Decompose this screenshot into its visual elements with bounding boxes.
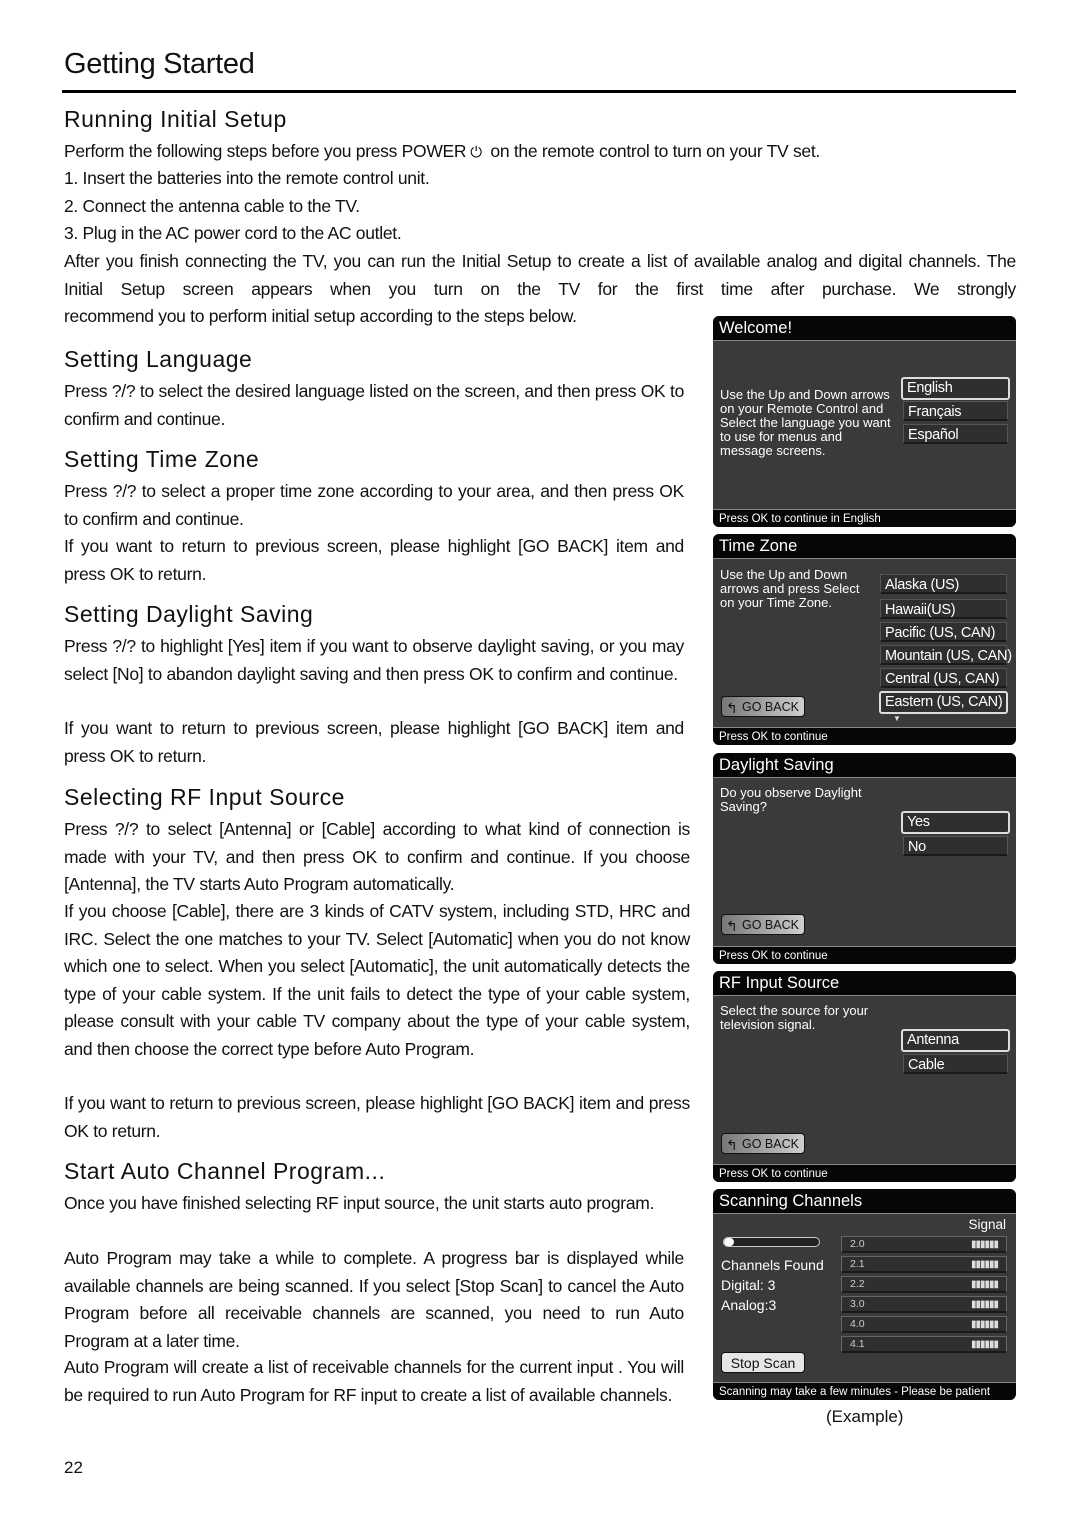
signal-strength-icon: ▮▮▮▮▮▮ (970, 1279, 999, 1290)
go-back-button[interactable]: ↰ GO BACK (721, 914, 805, 935)
channel-number: 3.0 (850, 1298, 865, 1310)
signal-label: Signal (968, 1217, 1006, 1232)
language-option-francais[interactable]: Français (903, 401, 1008, 421)
go-back-icon: ↰ (726, 1137, 738, 1153)
intro-text-start: Perform the following steps before you p… (64, 141, 467, 161)
channel-number: 4.1 (850, 1338, 865, 1350)
daylight-option-yes[interactable]: Yes (901, 811, 1010, 834)
power-icon: ⏻ (470, 143, 482, 161)
timezone-option-eastern[interactable]: Eastern (US, CAN) (879, 691, 1008, 714)
daylight-paragraph-1: Press ?/? to highlight [Yes] item if you… (64, 636, 684, 684)
timezone-option-hawaii[interactable]: Hawaii(US) (880, 599, 1007, 619)
page-title: Getting Started (64, 48, 255, 80)
screen-time-zone-footer: Press OK to continue (713, 727, 1016, 745)
heading-selecting-rf-input-source: Selecting RF Input Source (64, 784, 345, 810)
scan-progress-fill (724, 1238, 734, 1246)
title-rule (62, 90, 1016, 93)
signal-strength-icon: ▮▮▮▮▮▮ (970, 1259, 999, 1270)
channel-number: 2.1 (850, 1258, 865, 1270)
heading-setting-daylight-saving: Setting Daylight Saving (64, 601, 314, 627)
channel-row: 2.1 ▮▮▮▮▮▮ (841, 1256, 1007, 1273)
go-back-label: GO BACK (742, 918, 799, 932)
channel-row: 4.1 ▮▮▮▮▮▮ (841, 1336, 1007, 1353)
screen-time-zone: Time Zone Use the Up and Down arrows and… (713, 534, 1016, 745)
step-1: 1. Insert the batteries into the remote … (64, 168, 430, 188)
screen-welcome-title: Welcome! (713, 316, 1016, 341)
rf-paragraph-2: If you choose [Cable], there are 3 kinds… (64, 901, 690, 1059)
signal-strength-icon: ▮▮▮▮▮▮ (970, 1339, 999, 1350)
screen-rf-input-source-footer: Press OK to continue (713, 1164, 1016, 1182)
digital-count: Digital: 3 (721, 1277, 776, 1293)
running-paragraph-end: recommend you to perform initial setup a… (64, 306, 577, 326)
example-caption: (Example) (826, 1407, 904, 1426)
language-paragraph: Press ?/? to select the desired language… (64, 381, 684, 429)
auto-paragraph-3: Auto Program will create a list of recei… (64, 1357, 684, 1405)
timezone-paragraph-2: If you want to return to previous screen… (64, 536, 684, 584)
rf-paragraph-1: Press ?/? to select [Antenna] or [Cable]… (64, 819, 690, 894)
go-back-button[interactable]: ↰ GO BACK (721, 696, 805, 717)
channel-number: 2.0 (850, 1238, 865, 1250)
page-number: 22 (64, 1458, 83, 1477)
heading-setting-time-zone: Setting Time Zone (64, 446, 260, 472)
intro-text-end: on the remote control to turn on your TV… (485, 141, 820, 161)
language-option-espanol[interactable]: Español (903, 424, 1008, 444)
timezone-option-mountain[interactable]: Mountain (US, CAN) (880, 645, 1012, 665)
channel-row: 2.0 ▮▮▮▮▮▮ (841, 1236, 1007, 1253)
auto-paragraph-1: Once you have finished selecting RF inpu… (64, 1193, 655, 1213)
daylight-option-no[interactable]: No (903, 836, 1008, 856)
scan-progress-bar (723, 1237, 820, 1247)
heading-running-initial-setup: Running Initial Setup (64, 106, 287, 132)
stop-scan-button[interactable]: Stop Scan (721, 1352, 805, 1373)
channel-row: 2.2 ▮▮▮▮▮▮ (841, 1276, 1007, 1293)
screen-daylight-saving-description: Do you observe Daylight Saving? (720, 785, 862, 814)
channel-number: 4.0 (850, 1318, 865, 1330)
step-2: 2. Connect the antenna cable to the TV. (64, 196, 360, 216)
channels-found-label: Channels Found (721, 1257, 824, 1273)
timezone-option-central[interactable]: Central (US, CAN) (880, 668, 1007, 688)
screen-daylight-saving-title: Daylight Saving (713, 753, 1016, 778)
language-option-english[interactable]: English (901, 377, 1010, 400)
daylight-paragraph-2: If you want to return to previous screen… (64, 718, 684, 766)
screen-scanning-channels: Scanning Channels Signal Channels Found … (713, 1189, 1016, 1400)
go-back-button[interactable]: ↰ GO BACK (721, 1133, 805, 1154)
signal-strength-icon: ▮▮▮▮▮▮ (970, 1319, 999, 1330)
screen-welcome-footer: Press OK to continue in English (713, 509, 1016, 527)
screen-welcome: Welcome! Use the Up and Down arrows on y… (713, 316, 1016, 527)
channel-row: 4.0 ▮▮▮▮▮▮ (841, 1316, 1007, 1333)
intro-paragraph: Perform the following steps before you p… (64, 138, 1016, 167)
channel-row: 3.0 ▮▮▮▮▮▮ (841, 1296, 1007, 1313)
screen-rf-input-source: RF Input Source Select the source for yo… (713, 971, 1016, 1182)
heading-start-auto-channel-program: Start Auto Channel Program... (64, 1158, 386, 1184)
signal-strength-icon: ▮▮▮▮▮▮ (970, 1299, 999, 1310)
timezone-option-pacific[interactable]: Pacific (US, CAN) (880, 622, 1007, 642)
auto-paragraph-2: Auto Program may take a while to complet… (64, 1248, 684, 1351)
heading-setting-language: Setting Language (64, 346, 253, 372)
screen-scanning-channels-title: Scanning Channels (713, 1189, 1016, 1214)
channel-number: 2.2 (850, 1278, 865, 1290)
rf-paragraph-3: If you want to return to previous screen… (64, 1093, 690, 1141)
screen-time-zone-title: Time Zone (713, 534, 1016, 559)
go-back-icon: ↰ (726, 918, 738, 934)
screen-rf-input-source-description: Select the source for your television si… (720, 1003, 869, 1032)
analog-count: Analog:3 (721, 1297, 777, 1313)
screen-daylight-saving-footer: Press OK to continue (713, 946, 1016, 964)
go-back-label: GO BACK (742, 1137, 799, 1151)
go-back-icon: ↰ (726, 700, 738, 716)
timezone-option-alaska[interactable]: Alaska (US) (880, 574, 1007, 594)
rf-option-antenna[interactable]: Antenna (901, 1029, 1010, 1052)
screen-scanning-channels-footer: Scanning may take a few minutes - Please… (713, 1382, 1016, 1400)
screen-welcome-description: Use the Up and Down arrows on your Remot… (720, 387, 891, 458)
signal-strength-icon: ▮▮▮▮▮▮ (970, 1239, 999, 1250)
screen-time-zone-description: Use the Up and Down arrows and press Sel… (720, 567, 860, 610)
screen-daylight-saving: Daylight Saving Do you observe Daylight … (713, 753, 1016, 964)
screen-rf-input-source-title: RF Input Source (713, 971, 1016, 996)
timezone-paragraph-1: Press ?/? to select a proper time zone a… (64, 481, 684, 529)
step-3: 3. Plug in the AC power cord to the AC o… (64, 223, 402, 243)
scroll-down-arrow-icon: ▼ (893, 714, 901, 723)
go-back-label: GO BACK (742, 700, 799, 714)
rf-option-cable[interactable]: Cable (903, 1054, 1008, 1074)
running-paragraph: After you finish connecting the TV, you … (64, 251, 1016, 299)
